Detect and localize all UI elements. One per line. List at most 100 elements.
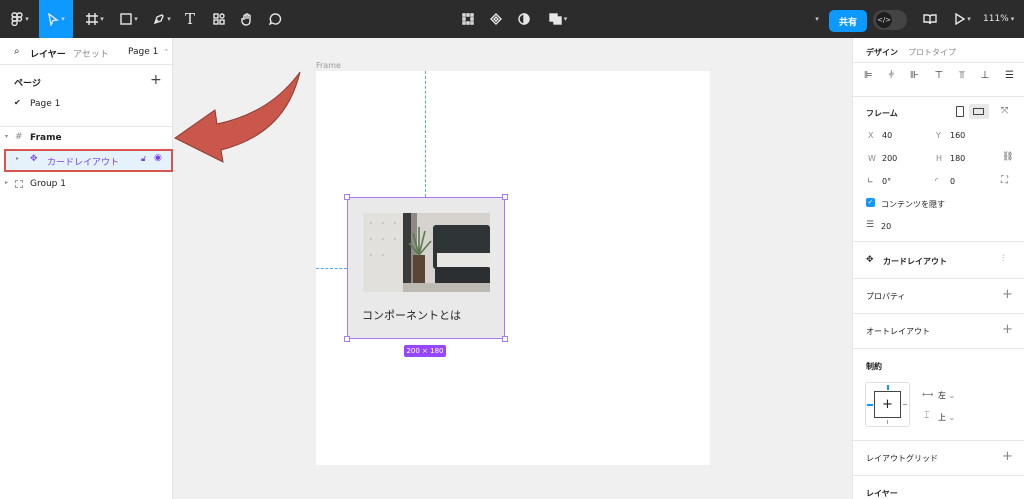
horizontal-constraint-icon: ⟷ [922, 390, 934, 399]
clip-content-checkbox[interactable]: ✓ [866, 198, 875, 207]
constraint-right-indicator[interactable] [903, 404, 907, 405]
present-button[interactable]: ▾ [952, 0, 974, 38]
add-property-icon[interactable]: + [1002, 287, 1013, 302]
frame-tool-button[interactable]: ▾ [82, 0, 108, 38]
frame-label[interactable]: Frame [316, 61, 341, 70]
independent-corners-icon[interactable]: ⛶ [1001, 175, 1008, 186]
tab-prototype[interactable]: プロトタイプ [908, 47, 956, 58]
alignment-toolbar: ⊫ ⫩ ⊪ ⊤ ⫪ ⊥ ☰ [864, 70, 1014, 84]
dev-mode-toggle[interactable]: </> [873, 10, 907, 30]
main-menu-button[interactable]: ▾ [8, 0, 32, 38]
move-tool-button[interactable]: ▾ [39, 0, 73, 38]
component-button[interactable] [486, 0, 506, 38]
eye-icon[interactable]: ◉ [154, 153, 162, 163]
grid-dots-icon [462, 13, 474, 25]
align-top-icon[interactable]: ⊤ [935, 70, 944, 84]
y-input[interactable]: 160 [950, 131, 965, 140]
tab-assets[interactable]: アセット [73, 47, 109, 60]
hand-tool-button[interactable] [237, 0, 257, 38]
properties-section-title: プロパティ [866, 292, 906, 301]
vertical-constraint-icon: ⌶ [924, 411, 930, 421]
divider [852, 62, 1024, 63]
desk-photo [363, 213, 490, 292]
align-bottom-icon[interactable]: ⊥ [980, 70, 989, 84]
layout-grid-button[interactable] [458, 0, 478, 38]
component-name[interactable]: カードレイアウト [883, 256, 947, 267]
divider [852, 241, 1024, 242]
chevron-down-icon: ⌄ [948, 413, 956, 422]
align-right-icon[interactable]: ⊪ [910, 70, 919, 84]
resize-handle[interactable] [344, 194, 350, 200]
page-item[interactable]: ✔ Page 1 [0, 96, 172, 112]
frame-section-title[interactable]: フレーム [866, 108, 898, 119]
w-input[interactable]: 200 [882, 154, 897, 163]
share-button[interactable]: 共有 [829, 10, 867, 32]
resize-to-fit-icon[interactable]: ⤧ [1001, 106, 1008, 116]
add-page-icon[interactable]: + [150, 72, 162, 88]
more-options-chevron[interactable]: ▾ [810, 0, 822, 38]
diamond-component-icon [490, 13, 502, 25]
constraint-center-icon: + [874, 391, 901, 418]
tab-design[interactable]: デザイン [866, 47, 898, 58]
add-auto-layout-icon[interactable]: + [1002, 322, 1013, 337]
expand-arrow-icon[interactable]: ▸ [16, 155, 19, 162]
h-input[interactable]: 180 [950, 154, 965, 163]
landscape-button[interactable] [969, 104, 989, 119]
constraint-bottom-indicator[interactable] [887, 420, 888, 424]
resize-handle[interactable] [502, 194, 508, 200]
layer-row-frame[interactable]: ▾ # Frame [0, 130, 172, 148]
align-left-icon[interactable]: ⊫ [864, 70, 873, 84]
card-title[interactable]: コンポーネントとは [362, 307, 461, 323]
vertical-constraint-select[interactable]: 上 ⌄ [938, 412, 955, 423]
add-layout-grid-icon[interactable]: + [1002, 449, 1013, 464]
pen-tool-button[interactable]: ▾ [148, 0, 176, 38]
mask-button[interactable] [514, 0, 534, 38]
cursor-icon [48, 12, 60, 26]
layer-section-title: レイヤー [866, 489, 898, 498]
vertical-guide [425, 71, 426, 197]
page-selector[interactable]: Page 1 ⌃ [128, 47, 169, 57]
portrait-icon[interactable] [956, 106, 964, 117]
comment-icon [268, 12, 281, 25]
distribute-icon[interactable]: ☰ [1005, 70, 1014, 84]
library-button[interactable] [920, 0, 940, 38]
corner-radius-icon: ◜ [935, 176, 939, 185]
text-tool-button[interactable]: T [180, 0, 200, 38]
rotation-input[interactable]: 0° [882, 177, 891, 186]
resize-handle[interactable] [344, 336, 350, 342]
resize-handle[interactable] [502, 336, 508, 342]
constrain-proportions-icon[interactable]: ⛓︎ [1002, 152, 1013, 162]
zoom-selector[interactable]: 111% ▾ [983, 0, 1014, 38]
component-settings-icon[interactable]: ⫶ [1002, 254, 1004, 264]
constraint-left-indicator[interactable] [867, 404, 873, 406]
spacing-input[interactable]: 20 [881, 222, 891, 231]
chevron-down-icon: ⌄ [948, 391, 956, 400]
boolean-button[interactable]: ▾ [544, 0, 572, 38]
chevron-down-icon: ▾ [1010, 15, 1015, 23]
expand-arrow-icon[interactable]: ▸ [5, 179, 8, 186]
shape-tool-button[interactable]: ▾ [115, 0, 143, 38]
group-icon [15, 180, 23, 188]
align-h-center-icon[interactable]: ⫩ [889, 70, 895, 84]
unlock-icon[interactable]: 🔓︎ [141, 154, 146, 164]
component-icon: ✥ [866, 255, 874, 265]
size-badge: 200 × 180 [404, 345, 446, 357]
comment-tool-button[interactable] [265, 0, 285, 38]
x-input[interactable]: 40 [882, 131, 892, 140]
vertical-constraint-value: 上 [938, 413, 946, 422]
layer-row-group[interactable]: ▸ Group 1 [0, 176, 172, 194]
collapse-arrow-icon[interactable]: ▾ [5, 133, 8, 140]
rotation-icon: ∟ [867, 176, 874, 185]
spacing-icon: ☰ [866, 220, 875, 230]
constraints-widget[interactable]: + [865, 382, 910, 427]
resources-button[interactable] [209, 0, 229, 38]
search-icon[interactable]: ⌕ [14, 46, 20, 57]
align-v-center-icon[interactable]: ⫪ [959, 70, 965, 84]
tab-layers[interactable]: レイヤー [30, 47, 66, 60]
constraint-top-indicator[interactable] [887, 385, 889, 390]
horizontal-constraint-select[interactable]: 左 ⌄ [938, 390, 955, 401]
layer-row-card-layout[interactable]: ▸ ✥ カードレイアウト 🔓︎ ◉ [4, 149, 173, 172]
radius-input[interactable]: 0 [950, 177, 955, 186]
divider [852, 313, 1024, 314]
w-label: W [868, 154, 876, 163]
